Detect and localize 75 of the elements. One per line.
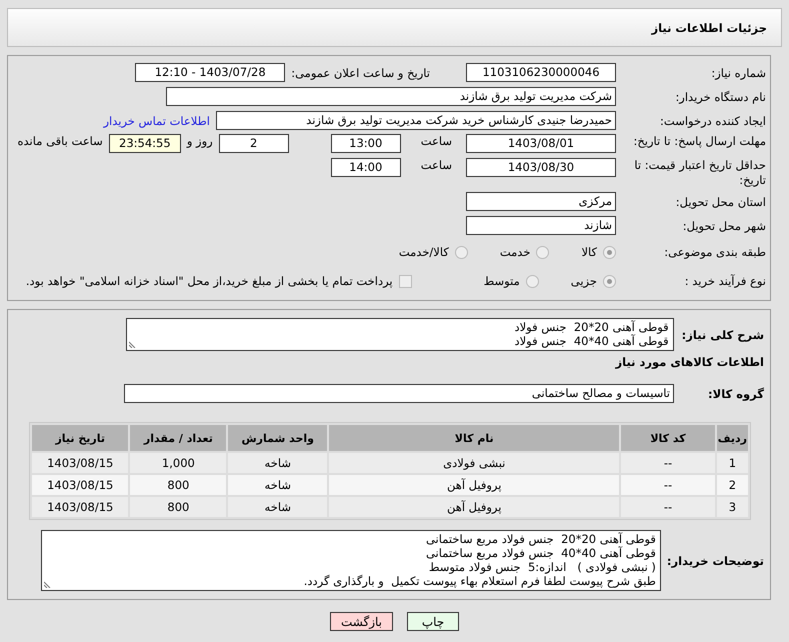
column-header: نام کالا (329, 425, 620, 451)
table-cell: نبشی فولادی (329, 453, 620, 473)
table-cell: پروفیل آهن (329, 497, 620, 517)
table-cell: 800 (130, 475, 226, 495)
option-label: کالا/خدمت (398, 245, 449, 259)
days-field: 2 (218, 134, 289, 153)
need-number-field: 1103106230000046 (466, 63, 616, 82)
table-cell: 1403/08/15 (32, 453, 128, 473)
radio-button[interactable] (536, 246, 550, 258)
column-header: واحد شمارش (228, 425, 328, 451)
field-label: نام دستگاه خریدار: (674, 90, 767, 104)
table-cell: 1403/08/15 (32, 475, 128, 495)
print-button[interactable]: چاپ (407, 612, 459, 631)
time-label: ساعت (420, 134, 452, 148)
field-label: تاریخ و ساعت اعلان عمومی: (291, 66, 430, 80)
field-label: گروه کالا: (707, 386, 765, 400)
field-label: طبقه بندی موضوعی: (663, 245, 767, 259)
goods-group-field: تاسیسات و مصالح ساختمانی (124, 384, 674, 403)
table-cell: 2 (716, 475, 748, 495)
city-field: شازند (466, 216, 616, 235)
validity-time-field: 14:00 (330, 158, 401, 177)
section-title: اطلاعات کالاهای مورد نیاز (614, 355, 765, 371)
table-cell: شاخه (228, 453, 328, 473)
buyer-notes-text: قوطی آهنی 20*20 جنس فولاد مربع ساختمانی قوطی آهنی 40*40 جنس فولاد مربع ساختمانی ( نبشی فولادی ) اندازه:5 جنس فولاد متوسط طبق شرح پیوست لطفا فرم استعلام بهاء پیوست تکمیل و بارگذاری گردد. (302, 532, 656, 588)
time-label: ساعت (420, 158, 452, 172)
remaining-time-field: 23:54:55 (108, 134, 181, 153)
deadline-time-field: 13:00 (330, 134, 401, 153)
province-field: مرکزی (466, 192, 616, 211)
table-cell: 3 (716, 497, 748, 517)
field-label: شهر محل تحویل: (682, 218, 767, 232)
resize-grip-icon[interactable] (128, 340, 137, 348)
buyer-org-field: شرکت مدیریت تولید برق شازند (166, 87, 616, 106)
remaining-label: ساعت باقی مانده (18, 134, 103, 148)
table-cell: 1 (716, 453, 748, 473)
days-label: روز و (186, 134, 213, 148)
table-cell: -- (621, 453, 715, 473)
field-label: مهلت ارسال پاسخ: تا تاریخ: (632, 134, 767, 149)
field-label: شرح کلی نیاز: (682, 328, 765, 342)
validity-date-field: 1403/08/30 (466, 158, 616, 177)
field-label: ایجاد کننده درخواست: (659, 114, 767, 128)
field-label: استان محل تحویل: (674, 194, 767, 208)
need-description-text: قوطی آهنی 20*20 جنس فولاد قوطی آهنی 40*40 جنس فولاد (514, 320, 669, 348)
option-label: خدمت (500, 245, 530, 259)
field-label: نوع فرآیند خرید : (684, 274, 767, 288)
page-title: جزئیات اطلاعات نیاز (651, 20, 767, 34)
table-cell: شاخه (228, 497, 328, 517)
option-label: جزیی (570, 274, 597, 288)
option-label: متوسط (484, 274, 520, 288)
table-cell: -- (621, 475, 715, 495)
field-label: توضیحات خریدار: (666, 554, 765, 568)
table-cell: شاخه (228, 475, 328, 495)
checkbox[interactable] (398, 274, 412, 288)
field-label: حداقل تاریخ اعتبار قیمت: تا تاریخ: (633, 158, 767, 188)
column-header: تعداد / مقدار (130, 425, 226, 451)
radio-button[interactable] (454, 246, 468, 258)
table-cell: -- (621, 497, 715, 517)
table-cell: 1,000 (130, 453, 226, 473)
checkbox-label: پرداخت تمام یا بخشی از مبلغ خرید،از محل "اسناد خزانه اسلامی" خواهد بود. (26, 274, 393, 288)
table-cell: 1403/08/15 (32, 497, 128, 517)
announce-date-field: 1403/07/28 - 12:10 (135, 63, 286, 82)
column-header: تاریخ نیاز (32, 425, 128, 451)
radio-button[interactable] (526, 274, 539, 288)
option-label: کالا (581, 245, 597, 259)
back-button[interactable]: بازگشت (330, 612, 393, 631)
requester-field: حمیدرضا جنیدی کارشناس خرید شرکت مدیریت تولید برق شازند (216, 111, 616, 130)
contact-link[interactable]: اطلاعات تماس خریدار (103, 114, 210, 128)
column-header: ردیف (716, 425, 748, 451)
deadline-date-field: 1403/08/01 (466, 134, 616, 153)
column-header: کد کالا (621, 425, 715, 451)
radio-button[interactable] (603, 274, 616, 288)
resize-grip-icon[interactable] (44, 580, 52, 588)
field-label: شماره نیاز: (710, 66, 767, 80)
radio-button[interactable] (603, 246, 616, 258)
table-cell: پروفیل آهن (329, 475, 620, 495)
table-cell: 800 (130, 497, 226, 517)
